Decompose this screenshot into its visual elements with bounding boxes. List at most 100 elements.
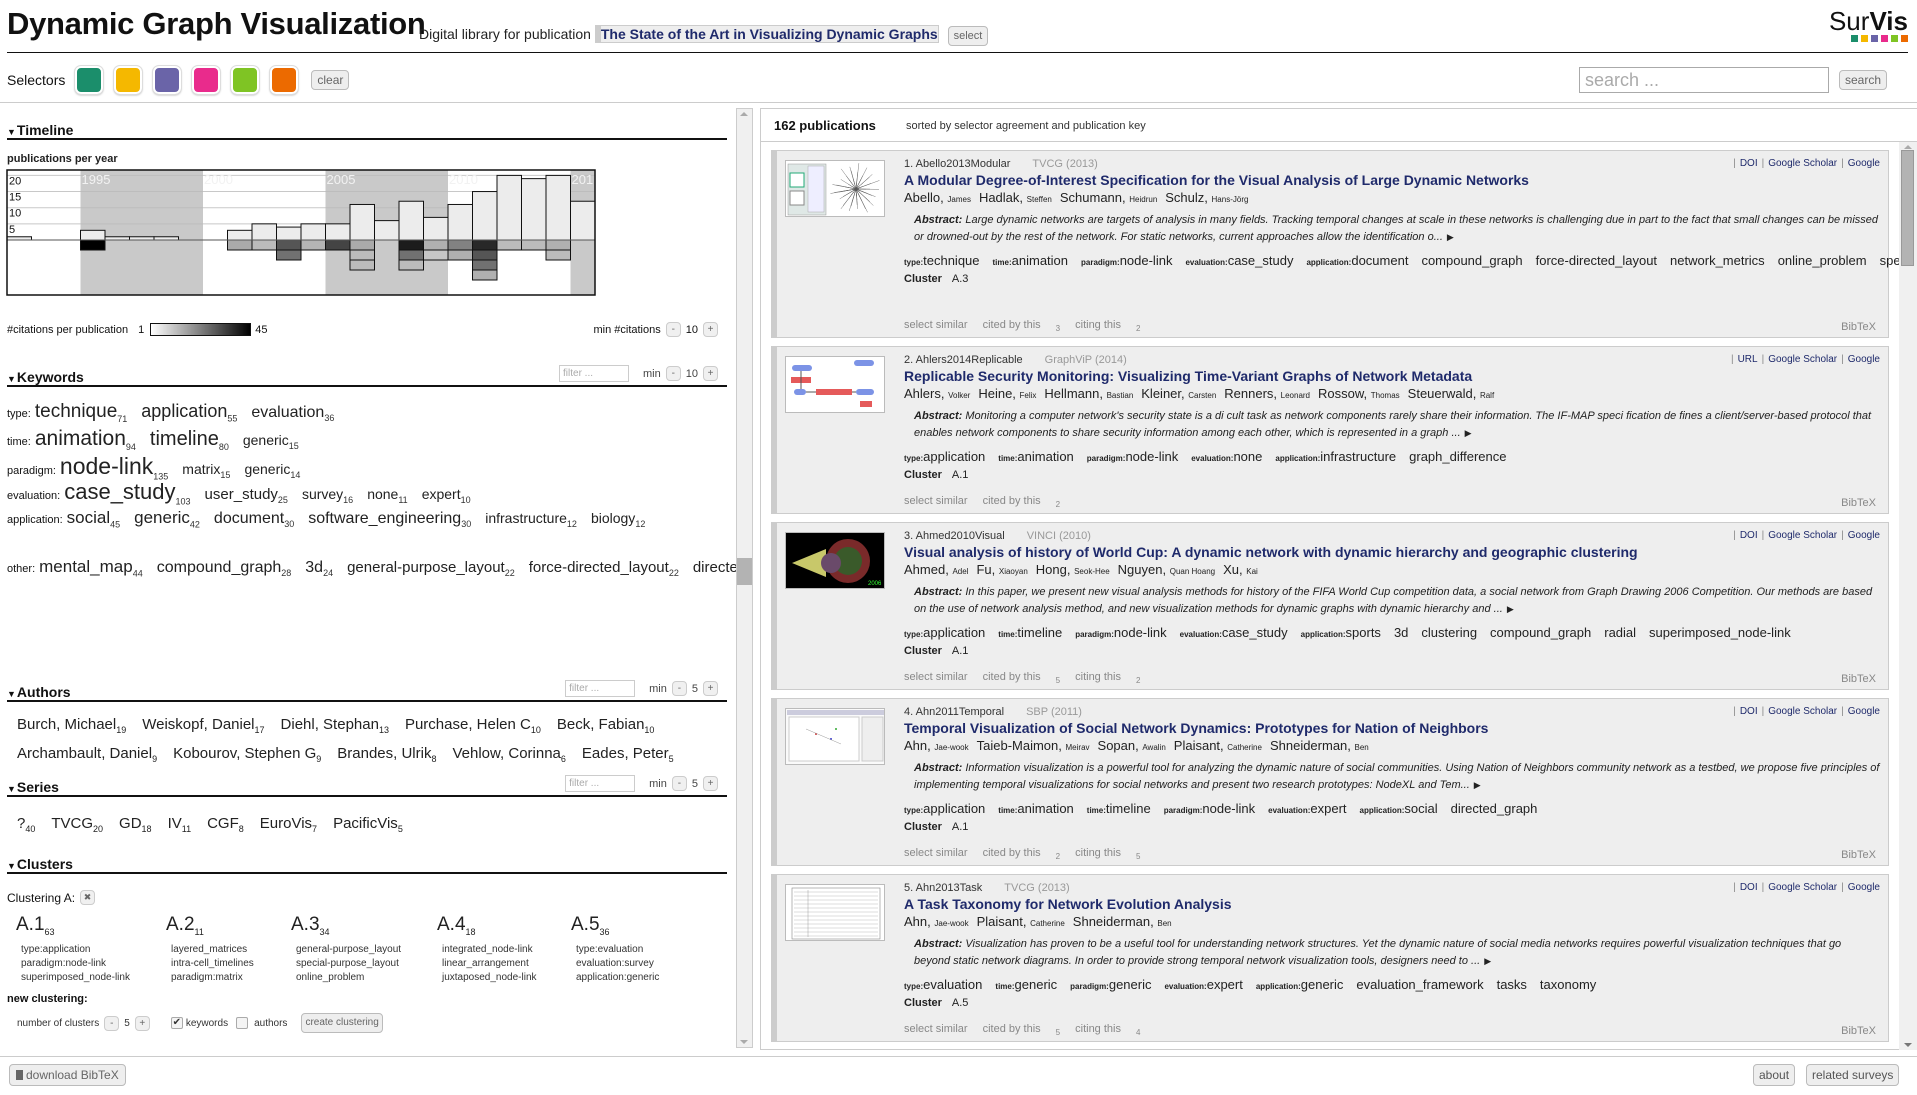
bar-2003[interactable] xyxy=(276,226,302,241)
citing-link[interactable]: citing this 5 xyxy=(1075,847,1140,861)
publication-keyword[interactable]: application:document xyxy=(1306,253,1408,268)
bar-2009[interactable] xyxy=(423,216,449,241)
publication-thumbnail[interactable] xyxy=(785,356,885,413)
bar-2015[interactable] xyxy=(570,200,596,241)
publication-keyword[interactable]: taxonomy xyxy=(1540,977,1596,992)
publication-title[interactable]: A Modular Degree-of-Interest Specificati… xyxy=(904,172,1880,188)
citation-cell-2010[interactable] xyxy=(447,249,473,261)
bar-2011[interactable] xyxy=(472,191,498,241)
scrollbar-thumb[interactable] xyxy=(1901,150,1914,266)
scroll-up-icon[interactable] xyxy=(1904,145,1912,149)
publication-keyword[interactable]: application:generic xyxy=(1256,977,1344,992)
citation-cell-2013[interactable] xyxy=(521,239,547,251)
publication-keyword[interactable]: time:animation xyxy=(998,449,1074,464)
select-button[interactable]: select xyxy=(947,26,989,46)
cluster-value[interactable]: A.5 xyxy=(952,997,969,1009)
publication-keyword[interactable]: time:animation xyxy=(998,801,1074,816)
publication-keyword[interactable]: type:evaluation xyxy=(904,977,982,992)
publication-keyword[interactable]: online_problem xyxy=(1778,253,1867,268)
series-tag[interactable]: ?40 xyxy=(17,815,35,834)
publication-keyword[interactable]: compound_graph xyxy=(1421,253,1522,268)
citing-link[interactable]: citing this 2 xyxy=(1075,319,1140,333)
authors-header[interactable]: ▼Authors min - 5 + xyxy=(7,680,727,702)
timeline-header[interactable]: ▼Timeline xyxy=(7,122,727,140)
bibtex-link[interactable]: BibTeX xyxy=(1841,321,1876,333)
link-url[interactable]: URL xyxy=(1738,354,1758,365)
collapse-triangle-icon[interactable]: ▼ xyxy=(7,861,16,871)
citation-cell-2008[interactable] xyxy=(398,249,424,261)
num-clusters-increase[interactable]: + xyxy=(134,1015,150,1031)
download-bibtex-button[interactable]: download BibTeX xyxy=(9,1064,126,1086)
publication-author[interactable]: Plaisant, Catherine xyxy=(1174,738,1262,753)
publication-keyword[interactable]: time:timeline xyxy=(1087,801,1151,816)
citation-cell-2011[interactable] xyxy=(472,269,498,281)
citation-cell-2011[interactable] xyxy=(472,239,498,251)
bibtex-link[interactable]: BibTeX xyxy=(1841,1025,1876,1037)
keyword-tag[interactable]: case_study103 xyxy=(64,479,190,507)
link-doi[interactable]: DOI xyxy=(1740,158,1758,169)
link-google[interactable]: Google xyxy=(1848,530,1880,541)
author-tag[interactable]: Kobourov, Stephen G9 xyxy=(173,745,321,764)
scroll-down-icon[interactable] xyxy=(740,1040,748,1044)
publication-keyword[interactable]: evaluation:expert xyxy=(1164,977,1242,992)
expand-abstract-icon[interactable]: ▶ xyxy=(1507,604,1514,614)
publication-author[interactable]: Ahmed, Adel xyxy=(904,562,968,577)
authors-min-decrease[interactable]: - xyxy=(671,681,687,696)
publication-author[interactable]: Hong, Seok-Hee xyxy=(1036,562,1110,577)
min-citations-decrease[interactable]: - xyxy=(665,322,681,337)
bibtex-link[interactable]: BibTeX xyxy=(1841,673,1876,685)
publication-keyword[interactable]: time:timeline xyxy=(998,625,1062,640)
collapse-triangle-icon[interactable]: ▼ xyxy=(7,374,16,384)
keywords-header[interactable]: ▼Keywords min - 10 + xyxy=(7,365,727,387)
keyword-tag[interactable]: expert10 xyxy=(422,486,471,505)
search-input[interactable] xyxy=(1578,67,1829,93)
publication-author[interactable]: Ahn, Jae-wook xyxy=(904,738,969,753)
citation-cell-2008[interactable] xyxy=(398,239,424,251)
citation-cell-2014[interactable] xyxy=(545,239,571,251)
bar-2001[interactable] xyxy=(227,229,253,241)
citation-cell-2006[interactable] xyxy=(349,259,375,271)
bar-2008[interactable] xyxy=(398,200,424,241)
cluster-name[interactable]: A.418 xyxy=(437,914,537,943)
publication-keyword[interactable]: network_metrics xyxy=(1670,253,1765,268)
select-similar-link[interactable]: select similar xyxy=(904,1023,968,1035)
author-tag[interactable]: Weiskopf, Daniel17 xyxy=(142,716,264,735)
select-similar-link[interactable]: select similar xyxy=(904,495,968,507)
keyword-tag[interactable]: general-purpose_layout22 xyxy=(347,559,515,578)
cited-by-link[interactable]: cited by this 3 xyxy=(983,319,1061,333)
keywords-filter-input[interactable] xyxy=(559,365,630,382)
publication-author[interactable]: Steuerwald, Ralf xyxy=(1408,386,1495,401)
citing-link[interactable]: citing this 2 xyxy=(1075,671,1140,685)
about-button[interactable]: about xyxy=(1753,1064,1796,1086)
link-google-scholar[interactable]: Google Scholar xyxy=(1768,530,1837,541)
citation-cell-2010[interactable] xyxy=(447,239,473,251)
min-citations-increase[interactable]: + xyxy=(703,322,718,337)
publication-author[interactable]: Plaisant, Catherine xyxy=(977,914,1065,929)
link-google-scholar[interactable]: Google Scholar xyxy=(1768,882,1837,893)
publication-author[interactable]: Heine, Felix xyxy=(978,386,1036,401)
publication-keyword[interactable]: paradigm:node-link xyxy=(1081,253,1172,268)
publication-keyword[interactable]: graph_difference xyxy=(1409,449,1506,464)
citation-cell-2014[interactable] xyxy=(545,249,571,261)
year-band[interactable] xyxy=(178,170,204,295)
series-tag[interactable]: CGF8 xyxy=(207,815,244,834)
cluster-name[interactable]: A.211 xyxy=(166,914,254,943)
select-similar-link[interactable]: select similar xyxy=(904,319,968,331)
publication-keyword[interactable]: application:sports xyxy=(1301,625,1381,640)
publication-title[interactable]: A Task Taxonomy for Network Evolution An… xyxy=(904,896,1880,912)
keyword-tag[interactable]: software_engineering30 xyxy=(308,510,471,529)
authors-checkbox[interactable] xyxy=(236,1017,249,1029)
keyword-tag[interactable]: generic42 xyxy=(134,508,200,529)
cluster-value[interactable]: A.1 xyxy=(952,469,969,481)
expand-abstract-icon[interactable]: ▶ xyxy=(1447,232,1454,242)
publication-keyword[interactable]: application:infrastructure xyxy=(1275,449,1396,464)
bar-2007[interactable] xyxy=(374,220,400,241)
citation-cell-2003[interactable] xyxy=(276,249,302,261)
publication-keyword[interactable]: evaluation:case_study xyxy=(1185,253,1293,268)
publication-author[interactable]: Schumann, Heidrun xyxy=(1060,190,1157,205)
keyword-tag[interactable]: biology12 xyxy=(591,510,645,529)
link-google-scholar[interactable]: Google Scholar xyxy=(1768,706,1837,717)
link-google[interactable]: Google xyxy=(1848,354,1880,365)
publication-author[interactable]: Ahlers, Volker xyxy=(904,386,970,401)
publication-author[interactable]: Xu, Kai xyxy=(1223,562,1258,577)
